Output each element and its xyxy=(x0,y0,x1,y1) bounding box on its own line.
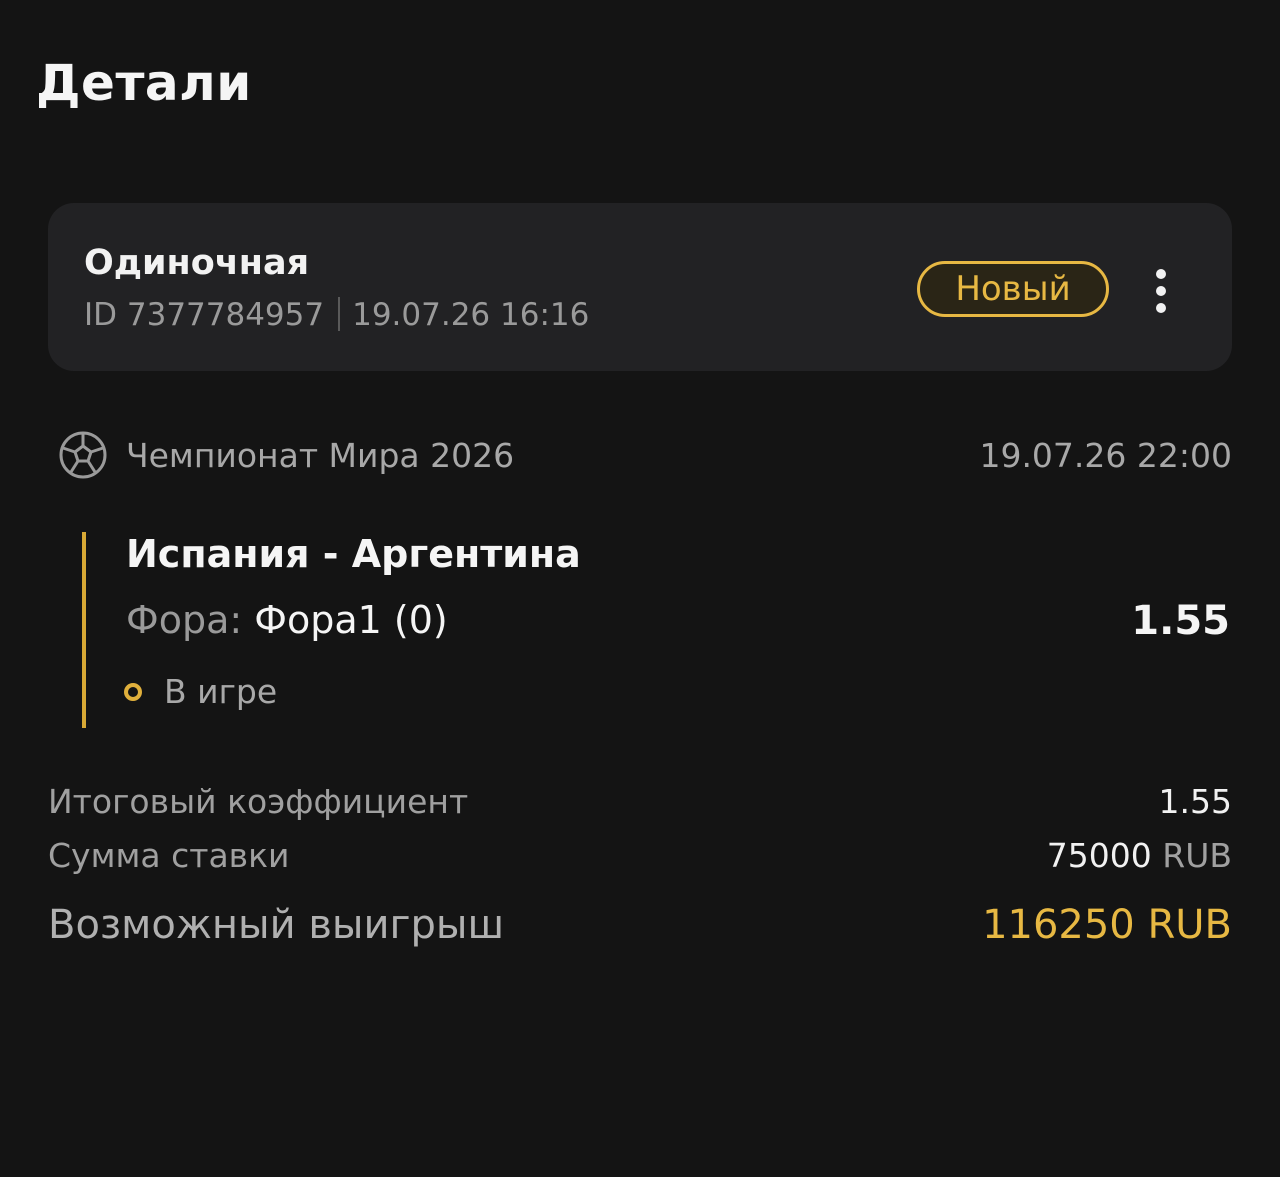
live-status: В игре xyxy=(124,672,277,711)
event-block: Испания - Аргентина Фора: Фора1 (0) 1.55… xyxy=(82,532,1232,728)
stake-currency: RUB xyxy=(1162,836,1232,875)
page-title: Детали xyxy=(36,54,252,112)
bet-meta: ID 7377784957 19.07.26 16:16 xyxy=(84,297,589,333)
market-label: Фора: xyxy=(126,598,243,642)
tournament-name: Чемпионат Мира 2026 xyxy=(126,436,515,475)
soccer-ball-icon xyxy=(59,431,107,479)
win-currency: RUB xyxy=(1147,902,1232,948)
total-odds-label: Итоговый коэффициент xyxy=(48,782,469,821)
bet-id: ID 7377784957 xyxy=(84,297,325,333)
more-vertical-icon[interactable] xyxy=(1144,267,1178,315)
accent-line xyxy=(82,532,86,728)
status-badge: Новый xyxy=(917,261,1109,317)
stake-label: Сумма ставки xyxy=(48,836,290,875)
stake-value: 75000 RUB xyxy=(1047,836,1232,875)
total-odds-value: 1.55 xyxy=(1158,782,1232,821)
match-title: Испания - Аргентина xyxy=(126,532,581,576)
bet-created-date: 19.07.26 16:16 xyxy=(352,297,590,333)
market-value: Фора1 (0) xyxy=(254,598,448,642)
menu-dot xyxy=(1156,269,1166,279)
win-amount: 116250 xyxy=(982,902,1135,948)
market: Фора: Фора1 (0) xyxy=(126,598,448,642)
menu-dot xyxy=(1156,286,1166,296)
possible-win-value: 116250 RUB xyxy=(982,902,1232,948)
stake-amount: 75000 xyxy=(1046,836,1152,875)
live-status-icon xyxy=(124,683,142,701)
live-status-text: В игре xyxy=(164,672,278,711)
possible-win-label: Возможный выигрыш xyxy=(48,902,505,948)
event-start-date: 19.07.26 22:00 xyxy=(979,436,1232,475)
event-odds: 1.55 xyxy=(1131,598,1230,644)
bet-card: Одиночная ID 7377784957 19.07.26 16:16 Но… xyxy=(48,203,1232,371)
menu-dot xyxy=(1156,303,1166,313)
bet-type: Одиночная xyxy=(84,243,310,283)
tournament-row: Чемпионат Мира 2026 19.07.26 22:00 xyxy=(58,430,1232,482)
meta-divider xyxy=(338,297,341,331)
